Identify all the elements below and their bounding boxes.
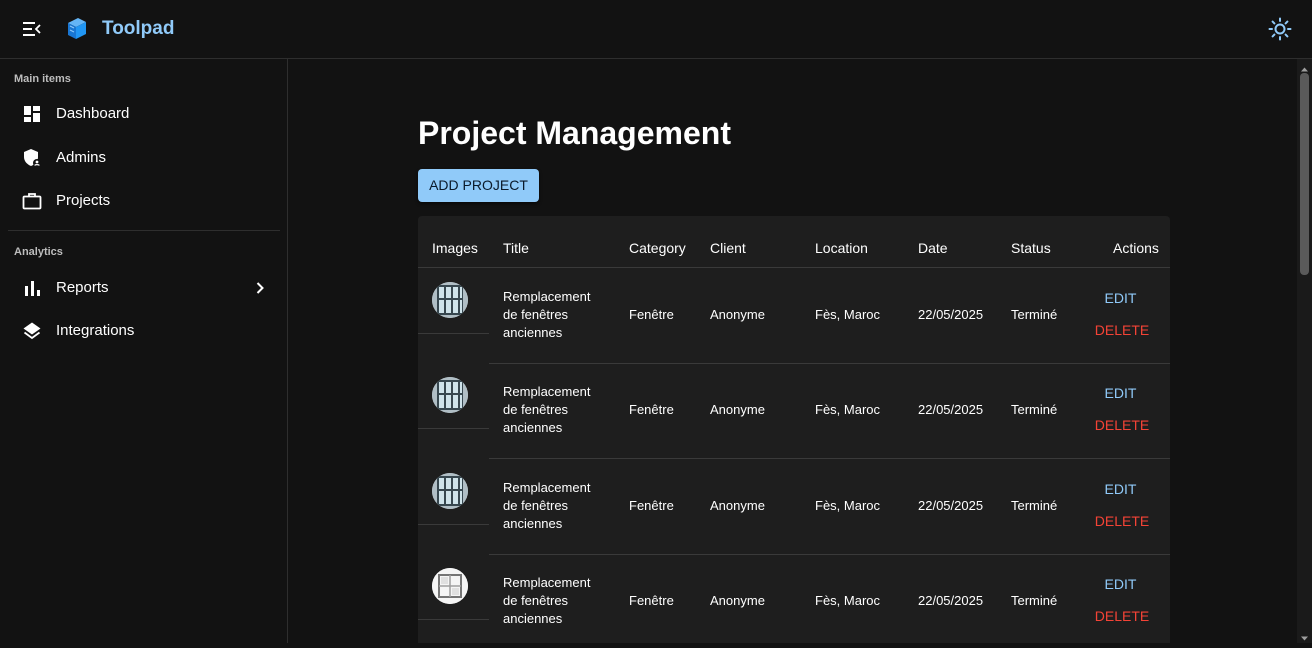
scrollbar[interactable] xyxy=(1297,59,1312,643)
table-row: Remplacement de fenêtres anciennes Fenêt… xyxy=(418,459,1170,555)
project-thumbnail xyxy=(432,282,468,318)
sidebar-item-reports[interactable]: Reports xyxy=(8,268,280,308)
sidebar-item-label: Admins xyxy=(56,149,107,166)
row-divider xyxy=(418,524,489,525)
row-divider xyxy=(418,428,489,429)
column-header-actions: Actions xyxy=(1113,240,1159,256)
sidebar: Main items Dashboard Admins Projects Ana… xyxy=(0,59,288,643)
project-client: Anonyme xyxy=(710,307,765,322)
project-category: Fenêtre xyxy=(629,498,674,513)
project-date: 22/05/2025 xyxy=(918,402,984,417)
project-location: Fès, Maroc xyxy=(815,307,881,322)
project-title: Remplacement de fenêtres anciennes xyxy=(503,575,591,626)
sidebar-item-projects[interactable]: Projects xyxy=(8,181,280,221)
sidebar-item-dashboard[interactable]: Dashboard xyxy=(8,94,280,134)
row-divider xyxy=(418,619,489,620)
project-title: Remplacement de fenêtres anciennes xyxy=(503,289,591,340)
admin-shield-icon xyxy=(22,148,42,168)
project-thumbnail xyxy=(432,377,468,413)
project-location: Fès, Maroc xyxy=(815,593,881,608)
project-date: 22/05/2025 xyxy=(918,307,984,322)
delete-button[interactable]: DELETE xyxy=(1090,513,1154,533)
project-date: 22/05/2025 xyxy=(918,593,984,608)
scroll-up-arrow-icon[interactable] xyxy=(1300,61,1309,72)
project-thumbnail xyxy=(432,568,468,604)
sidebar-item-admins[interactable]: Admins xyxy=(8,138,280,178)
toolpad-logo-icon xyxy=(64,15,88,41)
project-title: Remplacement de fenêtres anciennes xyxy=(503,384,591,435)
column-header-client: Client xyxy=(710,240,746,256)
project-status: Terminé xyxy=(1011,593,1058,608)
column-header-title: Title xyxy=(503,240,529,256)
column-header-location: Location xyxy=(815,240,868,256)
project-status: Terminé xyxy=(1011,307,1058,322)
edit-button[interactable]: EDIT xyxy=(1098,481,1143,501)
table-row: Remplacement de fenêtres anciennes Fenêt… xyxy=(418,363,1170,459)
column-header-images: Images xyxy=(432,240,478,256)
project-client: Anonyme xyxy=(710,402,765,417)
scroll-down-arrow-icon[interactable] xyxy=(1300,630,1309,641)
project-category: Fenêtre xyxy=(629,307,674,322)
column-header-status: Status xyxy=(1011,240,1051,256)
column-header-date: Date xyxy=(918,240,948,256)
project-client: Anonyme xyxy=(710,593,765,608)
scroll-thumb[interactable] xyxy=(1300,73,1309,275)
theme-toggle-sun-icon[interactable] xyxy=(1268,17,1292,41)
projects-table: Images Title Category Client Location Da… xyxy=(418,216,1170,643)
dashboard-icon xyxy=(22,104,42,124)
sidebar-item-integrations[interactable]: Integrations xyxy=(8,311,280,351)
project-location: Fès, Maroc xyxy=(815,498,881,513)
edit-button[interactable]: EDIT xyxy=(1098,576,1143,596)
sidebar-item-label: Reports xyxy=(56,279,109,296)
table-row: Remplacement de fenêtres anciennes Fenêt… xyxy=(418,268,1170,364)
section-label-analytics: Analytics xyxy=(14,246,63,258)
project-client: Anonyme xyxy=(710,498,765,513)
project-date: 22/05/2025 xyxy=(918,498,984,513)
delete-button[interactable]: DELETE xyxy=(1090,322,1154,342)
layers-icon xyxy=(22,321,42,341)
project-category: Fenêtre xyxy=(629,402,674,417)
project-status: Terminé xyxy=(1011,402,1058,417)
section-label-main-items: Main items xyxy=(14,73,71,85)
column-header-category: Category xyxy=(629,240,686,256)
project-title: Remplacement de fenêtres anciennes xyxy=(503,480,591,531)
briefcase-icon xyxy=(22,191,42,211)
edit-button[interactable]: EDIT xyxy=(1098,290,1143,310)
main-content: Project Management ADD PROJECT Images Ti… xyxy=(289,59,1297,643)
project-location: Fès, Maroc xyxy=(815,402,881,417)
sidebar-item-label: Integrations xyxy=(56,322,135,339)
add-project-button[interactable]: ADD PROJECT xyxy=(418,169,539,202)
chevron-right-icon[interactable] xyxy=(250,278,270,298)
app-bar: Toolpad xyxy=(0,0,1312,59)
delete-button[interactable]: DELETE xyxy=(1090,608,1154,628)
table-row: Remplacement de fenêtres anciennes Fenêt… xyxy=(418,554,1170,643)
menu-collapse-icon[interactable] xyxy=(20,17,44,41)
project-category: Fenêtre xyxy=(629,593,674,608)
delete-button[interactable]: DELETE xyxy=(1090,417,1154,437)
sidebar-item-label: Dashboard xyxy=(56,105,130,122)
project-thumbnail xyxy=(432,473,468,509)
row-divider xyxy=(418,333,489,334)
sidebar-divider xyxy=(8,230,280,231)
page-title: Project Management xyxy=(418,115,731,151)
sidebar-item-label: Projects xyxy=(56,192,111,209)
brand-name[interactable]: Toolpad xyxy=(102,18,174,40)
bar-chart-icon xyxy=(22,278,42,298)
project-status: Terminé xyxy=(1011,498,1058,513)
edit-button[interactable]: EDIT xyxy=(1098,385,1143,405)
